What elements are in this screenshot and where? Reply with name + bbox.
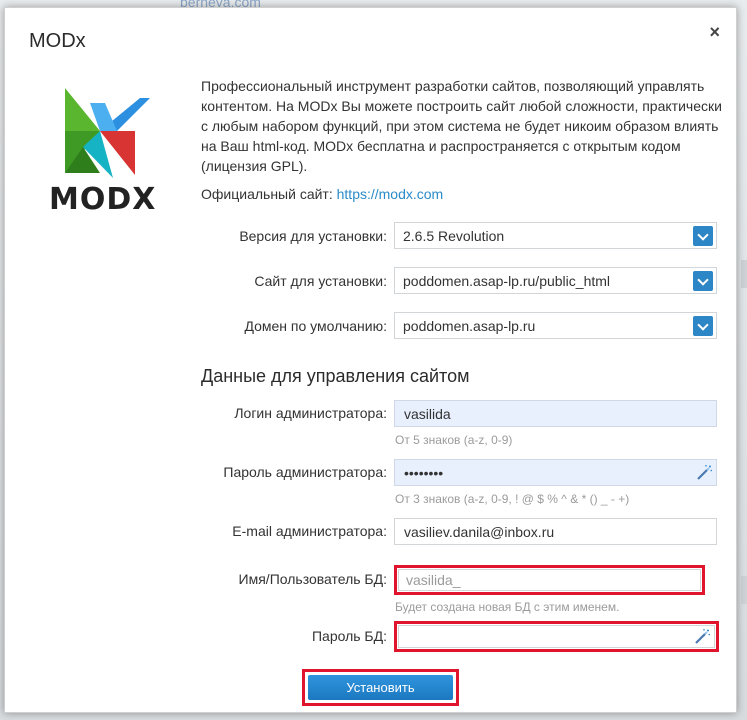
domain-value: poddomen.asap-lp.ru	[403, 318, 536, 334]
site-value: poddomen.asap-lp.ru/public_html	[403, 273, 611, 289]
admin-email-input[interactable]: vasiliev.danila@inbox.ru	[394, 518, 717, 545]
magic-wand-icon[interactable]	[693, 628, 711, 646]
db-user-label: Имя/Пользователь БД:	[238, 571, 387, 587]
version-select[interactable]: 2.6.5 Revolution	[394, 222, 717, 249]
admin-email-value: vasiliev.danila@inbox.ru	[404, 524, 555, 540]
db-password-input[interactable]	[398, 625, 715, 648]
site-select[interactable]: poddomen.asap-lp.ru/public_html	[394, 267, 717, 294]
official-site-line: Официальный сайт: https://modx.com	[201, 186, 443, 202]
background-edge-1	[741, 260, 747, 288]
close-icon[interactable]: ×	[709, 22, 720, 43]
db-user-hint: Будет создана новая БД с этим именем.	[395, 600, 620, 614]
admin-password-value: ••••••••	[404, 465, 444, 481]
domain-label: Домен по умолчанию:	[244, 318, 387, 334]
dialog-title: MODx	[29, 30, 86, 52]
chevron-down-icon[interactable]	[693, 226, 713, 246]
logo-wordmark: MODX	[49, 182, 157, 217]
magic-wand-icon[interactable]	[695, 464, 713, 482]
db-password-label: Пароль БД:	[311, 628, 387, 644]
admin-login-hint: От 5 знаков (a-z, 0-9)	[395, 433, 513, 447]
admin-password-hint: От 3 знаков (a-z, 0-9, ! @ $ % ^ & * () …	[395, 492, 630, 506]
admin-email-label: E-mail администратора:	[232, 523, 387, 539]
background-edge-2	[741, 576, 747, 604]
product-description: Профессиональный инструмент разработки с…	[201, 78, 722, 174]
site-label: Сайт для установки:	[254, 273, 387, 289]
admin-login-input[interactable]: vasilida	[394, 400, 717, 427]
install-button-highlight: Установить	[302, 669, 459, 706]
db-user-input[interactable]: vasilida_	[398, 569, 701, 591]
modx-install-dialog: MODx × MODX Профессиональный инструмент …	[4, 7, 737, 713]
admin-login-label: Логин администратора:	[234, 405, 387, 421]
db-user-placeholder: vasilida_	[406, 572, 461, 588]
chevron-down-icon[interactable]	[693, 271, 713, 291]
official-site-link[interactable]: https://modx.com	[337, 186, 444, 202]
install-button[interactable]: Установить	[308, 675, 453, 700]
official-site-label: Официальный сайт:	[201, 186, 333, 202]
admin-section-heading: Данные для управления сайтом	[201, 366, 470, 386]
version-label: Версия для установки:	[239, 228, 387, 244]
version-value: 2.6.5 Revolution	[403, 228, 505, 244]
chevron-down-icon[interactable]	[693, 316, 713, 336]
domain-select[interactable]: poddomen.asap-lp.ru	[394, 312, 717, 339]
admin-login-value: vasilida	[404, 406, 451, 422]
admin-password-label: Пароль администратора:	[223, 464, 387, 480]
admin-password-input[interactable]: ••••••••	[394, 459, 717, 486]
